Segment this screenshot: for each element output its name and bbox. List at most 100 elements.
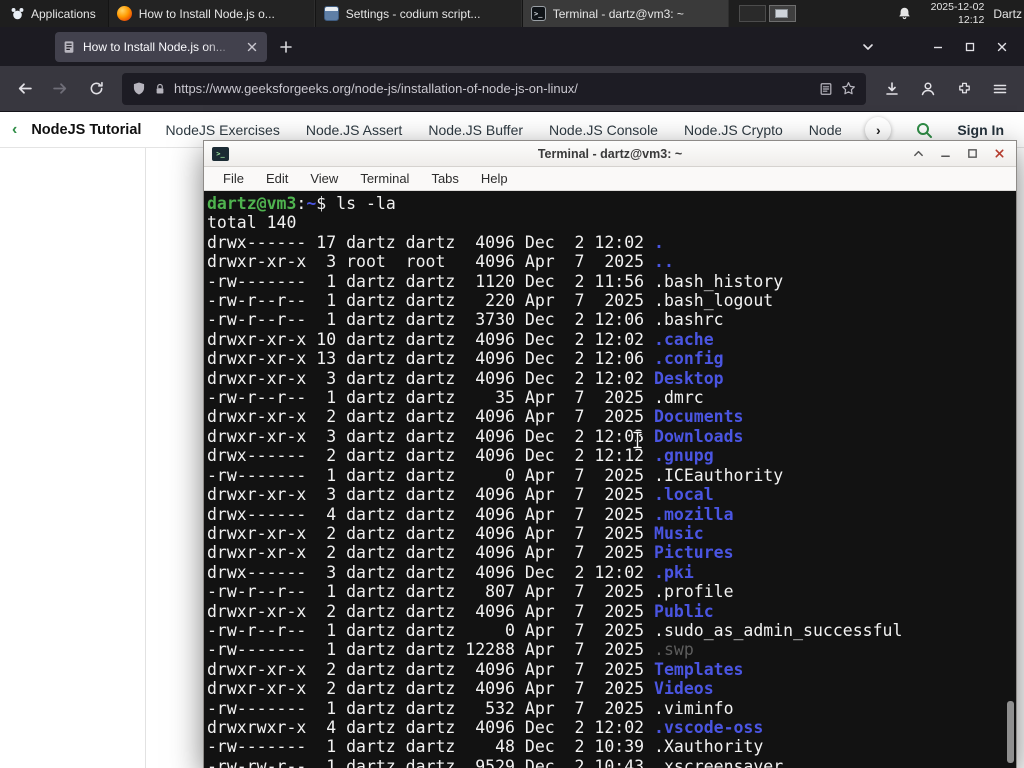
bell-icon bbox=[898, 7, 910, 20]
taskbar-button-terminal[interactable]: >_ Terminal - dartz@vm3: ~ bbox=[521, 0, 729, 27]
terminal-output: dartz@vm3:~$ ls -la total 140 drwx------ 1… bbox=[207, 194, 1016, 768]
tab-close-icon[interactable] bbox=[244, 39, 260, 55]
browser-tab[interactable]: How to Install Node.js on... bbox=[55, 31, 267, 62]
download-arrow-icon bbox=[886, 81, 898, 95]
terminal-line: -rw-r--r-- 1 dartz dartz 220 Apr 7 2025 … bbox=[207, 291, 774, 311]
terminal-line: -rw------- 1 dartz dartz 1120 Dec 2 11:5… bbox=[207, 271, 784, 291]
workspace-2[interactable] bbox=[768, 5, 796, 22]
taskbar-button-label: Terminal - dartz@vm3: ~ bbox=[552, 6, 684, 21]
back-arrow-icon bbox=[18, 83, 32, 94]
taskbar-button-firefox[interactable]: How to Install Node.js o... bbox=[107, 0, 315, 27]
window-maximize-button[interactable] bbox=[954, 27, 986, 66]
window-close-button[interactable] bbox=[986, 27, 1018, 66]
terminal-shade-button[interactable] bbox=[909, 145, 927, 163]
terminal-line: -rw-r--r-- 1 dartz dartz 35 Apr 7 2025 .… bbox=[207, 388, 704, 408]
url-bar[interactable]: https://www.geeksforgeeks.org/node-js/in… bbox=[122, 72, 866, 105]
lock-icon[interactable] bbox=[154, 82, 166, 96]
plus-icon bbox=[280, 40, 292, 53]
downloads-button[interactable] bbox=[876, 73, 908, 105]
terminal-line: drwxrwxr-x 4 dartz dartz 4096 Dec 2 12:0… bbox=[207, 717, 764, 737]
terminal-maximize-button[interactable] bbox=[963, 145, 981, 163]
terminal-line: -rw------- 1 dartz dartz 48 Dec 2 10:39 … bbox=[207, 737, 764, 757]
site-nav-link[interactable]: NodeJS Exercises bbox=[165, 122, 279, 138]
desktop-screen: Applications How to Install Node.js o...… bbox=[0, 0, 1024, 768]
terminal-line: drwxr-xr-x 13 dartz dartz 4096 Dec 2 12:… bbox=[207, 349, 724, 369]
terminal-window-controls bbox=[909, 145, 1008, 163]
taskbar: How to Install Node.js o... Settings - co… bbox=[107, 0, 729, 27]
hamburger-icon bbox=[993, 84, 1007, 93]
taskbar-button-settings[interactable]: Settings - codium script... bbox=[314, 0, 522, 27]
back-button[interactable] bbox=[8, 73, 40, 105]
close-icon bbox=[997, 42, 1007, 51]
terminal-close-button[interactable] bbox=[990, 145, 1008, 163]
terminal-line: drwxr-xr-x 3 dartz dartz 4096 Dec 2 12:0… bbox=[207, 426, 744, 446]
terminal-menu-file[interactable]: File bbox=[212, 167, 255, 191]
site-nav-link[interactable]: Node.JS Assert bbox=[306, 122, 403, 138]
workspace-pager bbox=[738, 0, 796, 27]
terminal-line: -rw-r--r-- 1 dartz dartz 0 Apr 7 2025 .s… bbox=[207, 620, 903, 640]
terminal-menu-view[interactable]: View bbox=[299, 167, 349, 191]
nav-scroll-left-icon[interactable]: ‹ bbox=[12, 121, 17, 139]
site-nav-link[interactable]: Node.JS Buffer bbox=[428, 122, 523, 138]
site-nav-link[interactable]: Node.JS Crypto bbox=[684, 122, 783, 138]
reader-mode-icon[interactable] bbox=[819, 82, 833, 96]
site-nav-current[interactable]: NodeJS Tutorial bbox=[31, 122, 141, 138]
terminal-line: drwx------ 3 dartz dartz 4096 Dec 2 12:0… bbox=[207, 562, 694, 582]
page-divider bbox=[145, 148, 146, 768]
account-button[interactable] bbox=[912, 73, 944, 105]
terminal-menu-tabs[interactable]: Tabs bbox=[420, 167, 469, 191]
terminal-line: total 140 bbox=[207, 213, 297, 233]
maximize-icon bbox=[965, 42, 975, 51]
notification-bell-button[interactable] bbox=[897, 6, 912, 21]
terminal-scrollbar-thumb[interactable] bbox=[1007, 701, 1014, 763]
browser-toolbar: https://www.geeksforgeeks.org/node-js/in… bbox=[0, 66, 1024, 112]
new-tab-button[interactable] bbox=[271, 32, 301, 62]
terminal-line: drwxr-xr-x 2 dartz dartz 4096 Apr 7 2025… bbox=[207, 523, 704, 543]
maximize-icon bbox=[967, 149, 977, 158]
terminal-line: drwxr-xr-x 3 dartz dartz 4096 Apr 7 2025… bbox=[207, 485, 714, 505]
nav-scroll-right-button[interactable]: › bbox=[865, 116, 892, 143]
minimize-icon bbox=[934, 46, 942, 48]
page-favicon-icon bbox=[64, 40, 74, 53]
panel-clock[interactable]: 2025-12-02 12:12 bbox=[931, 1, 985, 26]
terminal-line: drwxr-xr-x 3 root root 4096 Apr 7 2025 .… bbox=[207, 252, 674, 272]
url-text[interactable]: https://www.geeksforgeeks.org/node-js/in… bbox=[174, 81, 578, 96]
tab-list-button[interactable] bbox=[852, 27, 884, 66]
person-icon bbox=[921, 81, 935, 95]
reload-button[interactable] bbox=[80, 73, 112, 105]
bookmark-star-icon[interactable] bbox=[841, 81, 856, 96]
terminal-window: >_ Terminal - dartz@vm3: ~ File Edit View T… bbox=[203, 140, 1017, 768]
terminal-line: drwxr-xr-x 3 dartz dartz 4096 Dec 2 12:0… bbox=[207, 368, 724, 388]
terminal-minimize-button[interactable] bbox=[936, 145, 954, 163]
terminal-line: -rw------- 1 dartz dartz 12288 Apr 7 202… bbox=[207, 640, 694, 660]
chevron-down-icon bbox=[863, 43, 873, 50]
terminal-line: drwx------ 2 dartz dartz 4096 Dec 2 12:1… bbox=[207, 446, 714, 466]
extensions-button[interactable] bbox=[948, 73, 980, 105]
window-minimize-button[interactable] bbox=[922, 27, 954, 66]
sign-in-button[interactable]: Sign In bbox=[957, 122, 1004, 138]
terminal-line: drwxr-xr-x 2 dartz dartz 4096 Apr 7 2025… bbox=[207, 659, 744, 679]
terminal-titlebar[interactable]: >_ Terminal - dartz@vm3: ~ bbox=[204, 141, 1016, 167]
site-nav-link[interactable]: Node.JS Console bbox=[549, 122, 658, 138]
search-button[interactable] bbox=[915, 121, 933, 139]
forward-button[interactable] bbox=[44, 73, 76, 105]
terminal-menu-help[interactable]: Help bbox=[470, 167, 519, 191]
terminal-line: -rw-r--r-- 1 dartz dartz 807 Apr 7 2025 … bbox=[207, 582, 734, 602]
terminal-line: drwx------ 17 dartz dartz 4096 Dec 2 12:… bbox=[207, 232, 664, 252]
applications-menu-button[interactable]: Applications bbox=[0, 0, 106, 27]
terminal-screen[interactable]: dartz@vm3:~$ ls -la total 140 drwx------ 1… bbox=[204, 191, 1016, 768]
terminal-line: -rw------- 1 dartz dartz 532 Apr 7 2025 … bbox=[207, 698, 734, 718]
close-icon bbox=[994, 149, 1004, 158]
reload-icon bbox=[90, 81, 103, 95]
top-panel: Applications How to Install Node.js o...… bbox=[0, 0, 1024, 27]
tab-title: How to Install Node.js on... bbox=[83, 39, 226, 54]
panel-user-label[interactable]: Dartz bbox=[993, 7, 1022, 21]
workspace-1[interactable] bbox=[738, 5, 766, 22]
tracking-shield-icon[interactable] bbox=[132, 81, 146, 96]
terminal-line: drwxr-xr-x 10 dartz dartz 4096 Dec 2 12:… bbox=[207, 329, 714, 349]
terminal-line: -rw-r--r-- 1 dartz dartz 3730 Dec 2 12:0… bbox=[207, 310, 724, 330]
terminal-menu-terminal[interactable]: Terminal bbox=[349, 167, 420, 191]
site-nav-link[interactable]: Node.JS DNS bbox=[809, 122, 842, 138]
terminal-menu-edit[interactable]: Edit bbox=[255, 167, 299, 191]
menu-button[interactable] bbox=[984, 73, 1016, 105]
